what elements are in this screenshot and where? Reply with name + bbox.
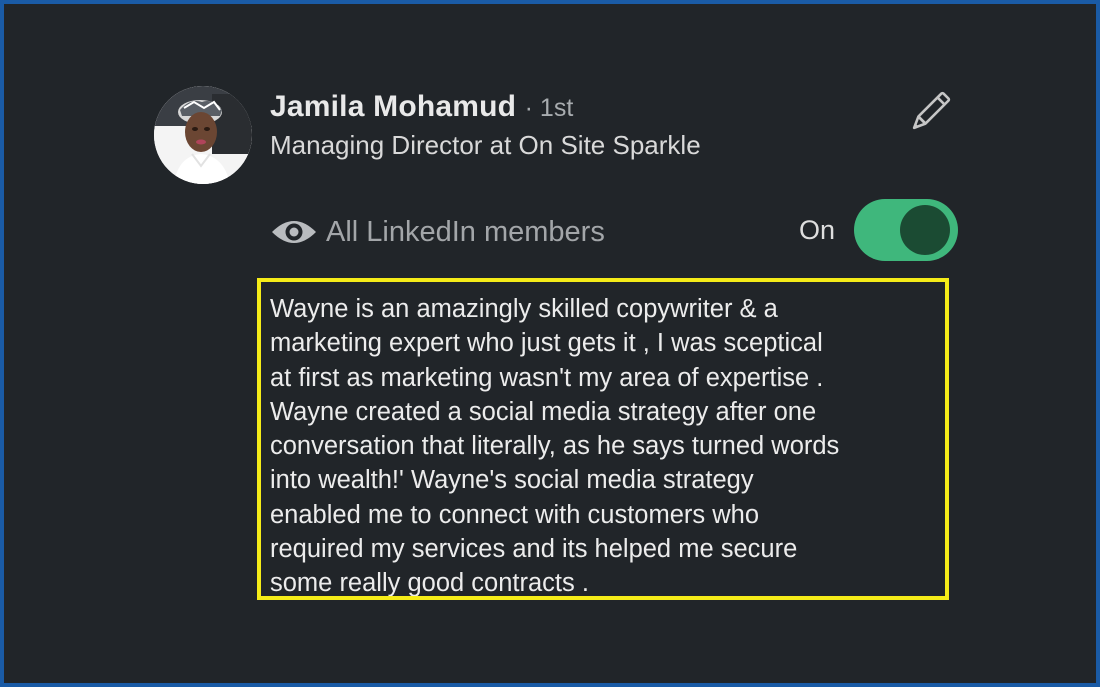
profile-name[interactable]: Jamila Mohamud — [270, 90, 516, 123]
visibility-setting: All LinkedIn members — [270, 212, 605, 252]
profile-headline: Managing Director at On Site Sparkle — [270, 130, 701, 160]
name-row: Jamila Mohamud · 1st — [270, 90, 573, 124]
eye-icon — [272, 221, 316, 243]
edit-button[interactable] — [904, 88, 954, 138]
profile-photo-icon — [154, 86, 252, 184]
pencil-icon — [912, 91, 951, 130]
visibility-toggle[interactable] — [854, 199, 958, 261]
avatar[interactable] — [154, 86, 252, 184]
recommendation-card: Jamila Mohamud · 1st Managing Director a… — [0, 0, 1100, 687]
toggle-knob[interactable] — [900, 205, 950, 255]
visibility-label: All LinkedIn members — [326, 215, 605, 248]
connection-degree: · 1st — [524, 94, 574, 122]
recommendation-text: Wayne is an amazingly skilled copywriter… — [257, 278, 949, 600]
toggle-state-label: On — [799, 215, 836, 245]
